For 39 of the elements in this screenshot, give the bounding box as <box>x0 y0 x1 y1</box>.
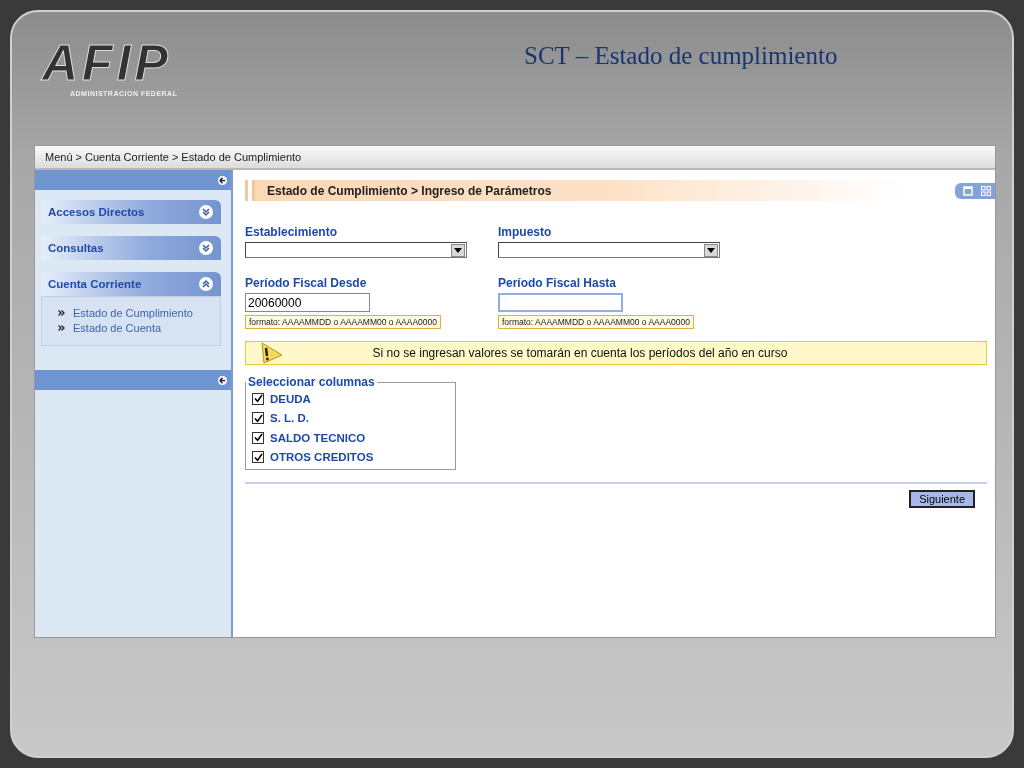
field-label: Establecimiento <box>245 225 338 239</box>
format-hint: formato: AAAAMMDD o AAAAMM00 o AAAA0000 <box>245 315 442 329</box>
double-chevron-icon <box>58 309 65 316</box>
logo-wordmark: AFIP <box>42 40 173 86</box>
warning-text: Si no se ingresan valores se tomarán en cuenta los períodos del año en curso <box>371 346 789 360</box>
double-chevron-icon <box>58 324 65 331</box>
checkbox-label: DEUDA <box>270 392 311 405</box>
sidebar-section-header[interactable]: Consultas <box>41 236 221 260</box>
submenu-link[interactable]: Estado de Cuenta <box>73 321 162 334</box>
expand-chevron-icon[interactable] <box>199 241 213 255</box>
group-legend: Seleccionar columnas <box>246 375 377 389</box>
sidebar-section-header[interactable]: Cuenta Corriente <box>41 272 221 296</box>
collapse-icon[interactable] <box>218 375 227 385</box>
checkbox[interactable] <box>252 431 264 444</box>
window-icon[interactable] <box>963 185 973 196</box>
sidebar-section-header[interactable]: Accesos Directos <box>41 200 221 224</box>
slide-title: SCT – Estado de cumplimiento <box>524 42 838 70</box>
format-hint: formato: AAAAMMDD o AAAAMM00 o AAAA0000 <box>498 315 695 329</box>
field-label: Período Fiscal Hasta <box>498 276 617 290</box>
collapse-chevron-icon[interactable] <box>199 277 213 291</box>
checkbox-label: S. L. D. <box>270 412 309 425</box>
expand-chevron-icon[interactable] <box>199 205 213 219</box>
collapse-icon[interactable] <box>218 175 227 185</box>
dropdown[interactable] <box>498 242 720 258</box>
section-title: Estado de Cumplimiento > Ingreso de Parámetros <box>267 183 552 198</box>
checkbox[interactable] <box>252 392 264 405</box>
breadcrumb: Menú > Cuenta Corriente > Estado de Cumplimiento <box>45 151 302 163</box>
field-label: Período Fiscal Desde <box>245 276 367 290</box>
checkbox[interactable] <box>252 451 264 464</box>
grid-icon[interactable] <box>981 185 991 196</box>
field-label: Impuesto <box>498 225 552 239</box>
next-button[interactable]: Siguiente <box>909 490 975 508</box>
input-field[interactable] <box>498 293 623 312</box>
dropdown[interactable] <box>245 242 467 258</box>
checkbox[interactable] <box>252 412 264 425</box>
checkbox-label: OTROS CREDITOS <box>270 451 374 464</box>
input-field[interactable]: 20060000 <box>245 293 370 312</box>
submenu-link[interactable]: Estado de Cumplimiento <box>73 306 193 319</box>
checkbox-label: SALDO TECNICO <box>270 431 366 444</box>
